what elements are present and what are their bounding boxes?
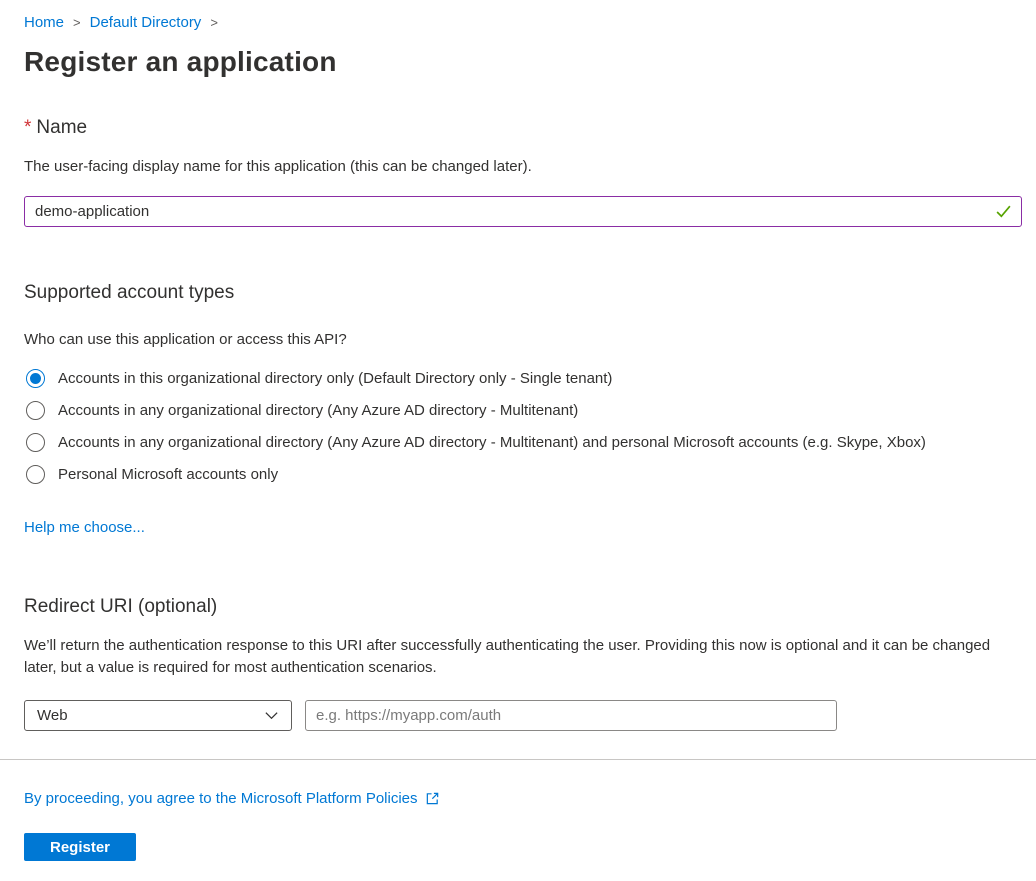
- page-title: Register an application: [24, 46, 337, 77]
- name-input-wrapper: [24, 196, 1022, 227]
- name-input[interactable]: [24, 196, 1022, 227]
- supported-account-types-heading: Supported account types: [24, 282, 235, 303]
- redirect-uri-description: We’ll return the authentication response…: [24, 637, 991, 676]
- radio-icon[interactable]: [26, 401, 45, 420]
- radio-label: Accounts in any organizational directory…: [58, 434, 926, 451]
- radio-label: Personal Microsoft accounts only: [58, 466, 279, 483]
- radio-label: Accounts in any organizational directory…: [58, 402, 579, 419]
- chevron-down-icon: [265, 712, 278, 720]
- account-types-question: Who can use this application or access t…: [24, 331, 347, 348]
- register-button[interactable]: Register: [24, 833, 136, 861]
- platform-policies-link[interactable]: By proceeding, you agree to the Microsof…: [24, 790, 418, 807]
- radio-multitenant-personal[interactable]: Accounts in any organizational directory…: [24, 433, 1022, 452]
- radio-icon[interactable]: [26, 465, 45, 484]
- breadcrumb-home-link[interactable]: Home: [24, 14, 64, 31]
- name-field-label: * Name: [24, 117, 1022, 139]
- breadcrumb: Home > Default Directory >: [24, 14, 1022, 31]
- register-application-page: Home > Default Directory > Register an a…: [0, 0, 1036, 881]
- redirect-uri-input[interactable]: [305, 700, 837, 731]
- required-asterisk: *: [24, 117, 32, 138]
- breadcrumb-separator-icon: >: [210, 15, 218, 30]
- help-me-choose-link[interactable]: Help me choose...: [24, 519, 145, 536]
- breadcrumb-separator-icon: >: [73, 15, 81, 30]
- account-type-radio-group: Accounts in this organizational director…: [24, 369, 1022, 484]
- platform-select-value: Web: [37, 707, 68, 724]
- radio-label: Accounts in this organizational director…: [58, 370, 613, 387]
- radio-icon[interactable]: [26, 433, 45, 452]
- redirect-uri-row: Web: [24, 700, 1022, 731]
- external-link-icon: [426, 792, 438, 805]
- breadcrumb-default-directory-link[interactable]: Default Directory: [90, 14, 202, 31]
- radio-icon[interactable]: [26, 369, 45, 388]
- valid-checkmark-icon: [996, 205, 1011, 218]
- radio-personal-only[interactable]: Personal Microsoft accounts only: [24, 465, 1022, 484]
- platform-select[interactable]: Web: [24, 700, 292, 731]
- name-label-text: Name: [36, 117, 88, 138]
- name-field-description: The user-facing display name for this ap…: [24, 158, 532, 175]
- policy-line: By proceeding, you agree to the Microsof…: [24, 790, 1022, 807]
- redirect-uri-heading: Redirect URI (optional): [24, 596, 218, 617]
- radio-multitenant[interactable]: Accounts in any organizational directory…: [24, 401, 1022, 420]
- footer-divider: [0, 759, 1036, 760]
- radio-single-tenant[interactable]: Accounts in this organizational director…: [24, 369, 1022, 388]
